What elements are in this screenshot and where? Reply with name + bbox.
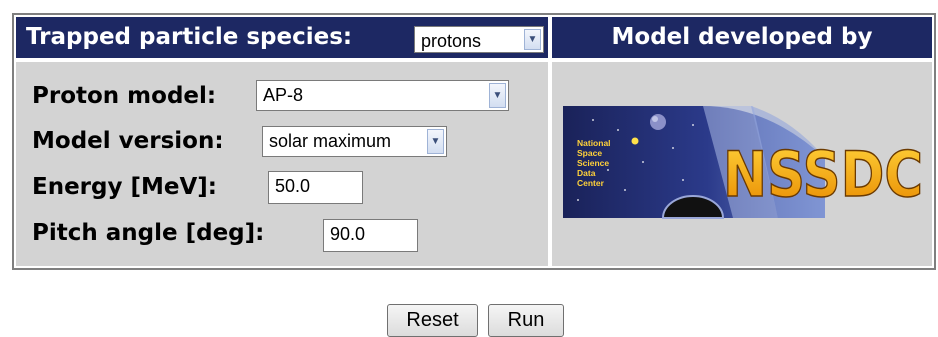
proton-model-value: AP-8: [263, 85, 304, 105]
logo-small-text-4: Data: [577, 168, 596, 178]
chevron-down-icon[interactable]: ▼: [489, 83, 506, 108]
species-header: Trapped particle species: protons ▼: [16, 17, 548, 58]
reset-button[interactable]: Reset: [387, 304, 478, 337]
developer-title: Model developed by: [611, 24, 873, 50]
species-select-value: protons: [421, 31, 482, 51]
model-version-value: solar maximum: [269, 131, 392, 151]
proton-model-label: Proton model:: [32, 83, 217, 109]
model-form-table: Trapped particle species: protons ▼ Mode…: [12, 13, 936, 270]
chevron-down-icon[interactable]: ▼: [524, 29, 541, 50]
logo-small-text-2: Space: [577, 148, 602, 158]
proton-model-select[interactable]: AP-8 ▼: [256, 80, 509, 111]
model-options-panel: Proton model: AP-8 ▼ Model version: sola…: [16, 62, 548, 266]
logo-small-text-5: Center: [577, 178, 605, 188]
pitch-angle-input[interactable]: 90.0: [323, 219, 418, 252]
energy-input[interactable]: 50.0: [268, 171, 363, 204]
model-version-label: Model version:: [32, 128, 224, 154]
logo-small-text-1: National: [577, 138, 611, 148]
energy-label: Energy [MeV]:: [32, 174, 217, 200]
logo-small-text-3: Science: [577, 158, 609, 168]
chevron-down-icon[interactable]: ▼: [427, 129, 444, 154]
developer-panel: National Space Science Data Center NSSDC: [552, 62, 932, 266]
nssdc-logo: National Space Science Data Center NSSDC: [563, 106, 924, 219]
logo-big-text: NSSDC: [723, 138, 923, 211]
species-label: Trapped particle species:: [26, 24, 353, 50]
developer-header: Model developed by: [552, 17, 932, 58]
run-button[interactable]: Run: [488, 304, 564, 337]
model-version-select[interactable]: solar maximum ▼: [262, 126, 447, 157]
pitch-angle-label: Pitch angle [deg]:: [32, 220, 265, 246]
species-select[interactable]: protons ▼: [414, 26, 544, 53]
